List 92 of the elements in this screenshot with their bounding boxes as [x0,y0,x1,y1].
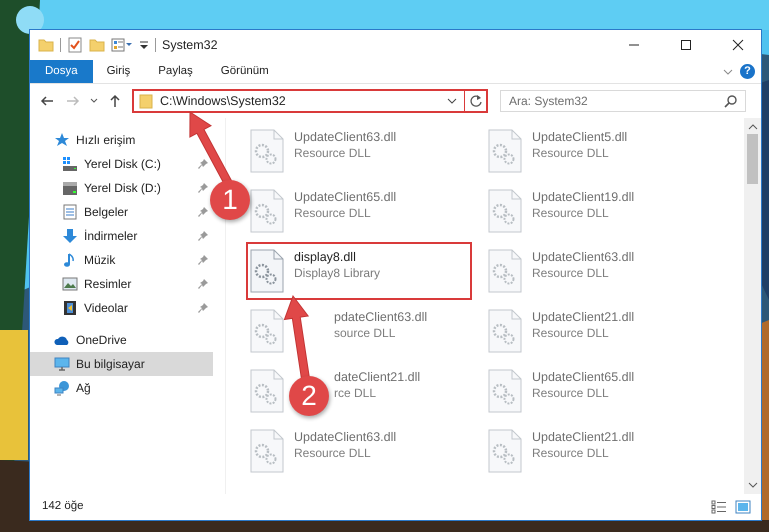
file-type: Resource DLL [532,325,610,341]
file-type: Resource DLL [294,145,372,161]
sidebar-item[interactable]: İndirmeler [30,224,213,248]
dll-file-icon [250,369,284,413]
folder-icon [38,37,54,53]
ribbon-tab[interactable]: Paylaş [144,60,207,83]
sidebar-item[interactable]: Müzik [30,248,213,272]
file-name: UpdateClient63.dll [294,429,396,445]
film-icon [62,300,78,316]
star-icon [54,132,70,148]
file-type: Resource DLL [294,445,372,461]
dll-file-icon [250,309,284,353]
pin-icon[interactable] [197,302,209,314]
file-name: UpdateClient5.dll [532,129,628,145]
sidebar-item[interactable]: OneDrive [30,328,213,352]
forward-icon [66,94,80,108]
dll-file-icon [250,189,284,233]
sidebar-item[interactable]: Yerel Disk (D:) [30,176,213,200]
file-type: Display8 Library [294,265,380,281]
file-type: Resource DLL [532,145,610,161]
address-bar[interactable]: C:\Windows\System32 [132,89,488,113]
pin-icon[interactable] [197,182,209,194]
file-type: Resource DLL [532,445,610,461]
properties-icon[interactable] [111,37,133,53]
dll-file-icon [250,429,284,473]
file-name: UpdateClient63.dll [532,249,634,265]
dll-file-icon [488,309,522,353]
large-icons-view-icon[interactable] [735,500,751,514]
pin-icon[interactable] [197,206,209,218]
ribbon-tab[interactable]: Görünüm [206,60,283,83]
file-name: UpdateClient19.dll [532,189,634,205]
dll-file-icon [250,129,284,173]
sidebar-item[interactable]: Resimler [30,272,213,296]
file-type: Resource DLL [294,205,372,221]
drive-icon [62,180,78,196]
drive-icon [62,156,78,172]
ribbon-tab[interactable]: Giriş [92,60,144,83]
image-icon [62,276,78,292]
file-item[interactable]: display8.dll Display8 Library [246,242,472,300]
window-title: System32 [162,36,218,54]
sidebar-item[interactable]: Ağ [30,376,213,400]
details-view-icon[interactable] [711,500,727,514]
address-path: C:\Windows\System32 [159,92,287,110]
sidebar-item[interactable]: Yerel Disk (C:) [30,152,213,176]
file-name: UpdateClient65.dll [294,189,396,205]
file-name: pdateClient63.dll [334,309,428,325]
download-icon [62,228,78,244]
dll-file-icon [488,189,522,233]
file-type: rce DLL [334,385,378,401]
scroll-up-icon[interactable] [748,122,758,132]
close-icon [732,39,744,51]
file-name: UpdateClient21.dll [532,429,634,445]
pin-icon[interactable] [197,230,209,242]
file-name: dateClient21.dll [334,369,420,385]
help-button[interactable]: ? [740,64,755,79]
dll-file-icon [488,249,522,293]
checklist-icon [67,37,83,53]
sidebar-item[interactable]: Bu bilgisayar [30,352,213,376]
scroll-thumb[interactable] [747,134,758,184]
computer-icon [54,356,70,372]
search-field[interactable]: Ara: System32 [500,90,746,112]
item-count: 142 öğe [42,499,85,514]
up-icon [108,94,122,108]
document-icon [62,204,78,220]
file-type: Resource DLL [532,265,610,281]
network-icon [54,380,70,396]
file-name: UpdateClient65.dll [532,369,634,385]
pin-icon[interactable] [197,254,209,266]
dll-file-icon [488,429,522,473]
scroll-down-icon[interactable] [748,480,758,490]
sidebar-item[interactable]: Videolar [30,296,213,320]
refresh-icon [468,94,482,108]
file-name: UpdateClient21.dll [532,309,634,325]
scrollbar[interactable] [744,118,761,494]
dll-file-icon [250,249,284,293]
dll-file-icon [488,369,522,413]
folder-icon [138,93,154,109]
pin-icon[interactable] [197,158,209,170]
ribbon-tab[interactable]: Dosya [30,60,93,83]
file-name: UpdateClient63.dll [294,129,396,145]
pin-icon[interactable] [197,278,209,290]
back-icon [40,94,54,108]
file-type: Resource DLL [532,205,610,221]
file-type: source DLL [334,325,396,341]
dll-file-icon [488,129,522,173]
sidebar-item[interactable]: Belgeler [30,200,213,224]
sidebar-item[interactable]: Hızlı erişim [30,128,213,152]
file-type: Resource DLL [532,385,610,401]
maximize-icon [680,39,692,51]
folder-icon [89,37,105,53]
caret-icon [90,97,98,105]
file-name: display8.dll [294,249,357,265]
